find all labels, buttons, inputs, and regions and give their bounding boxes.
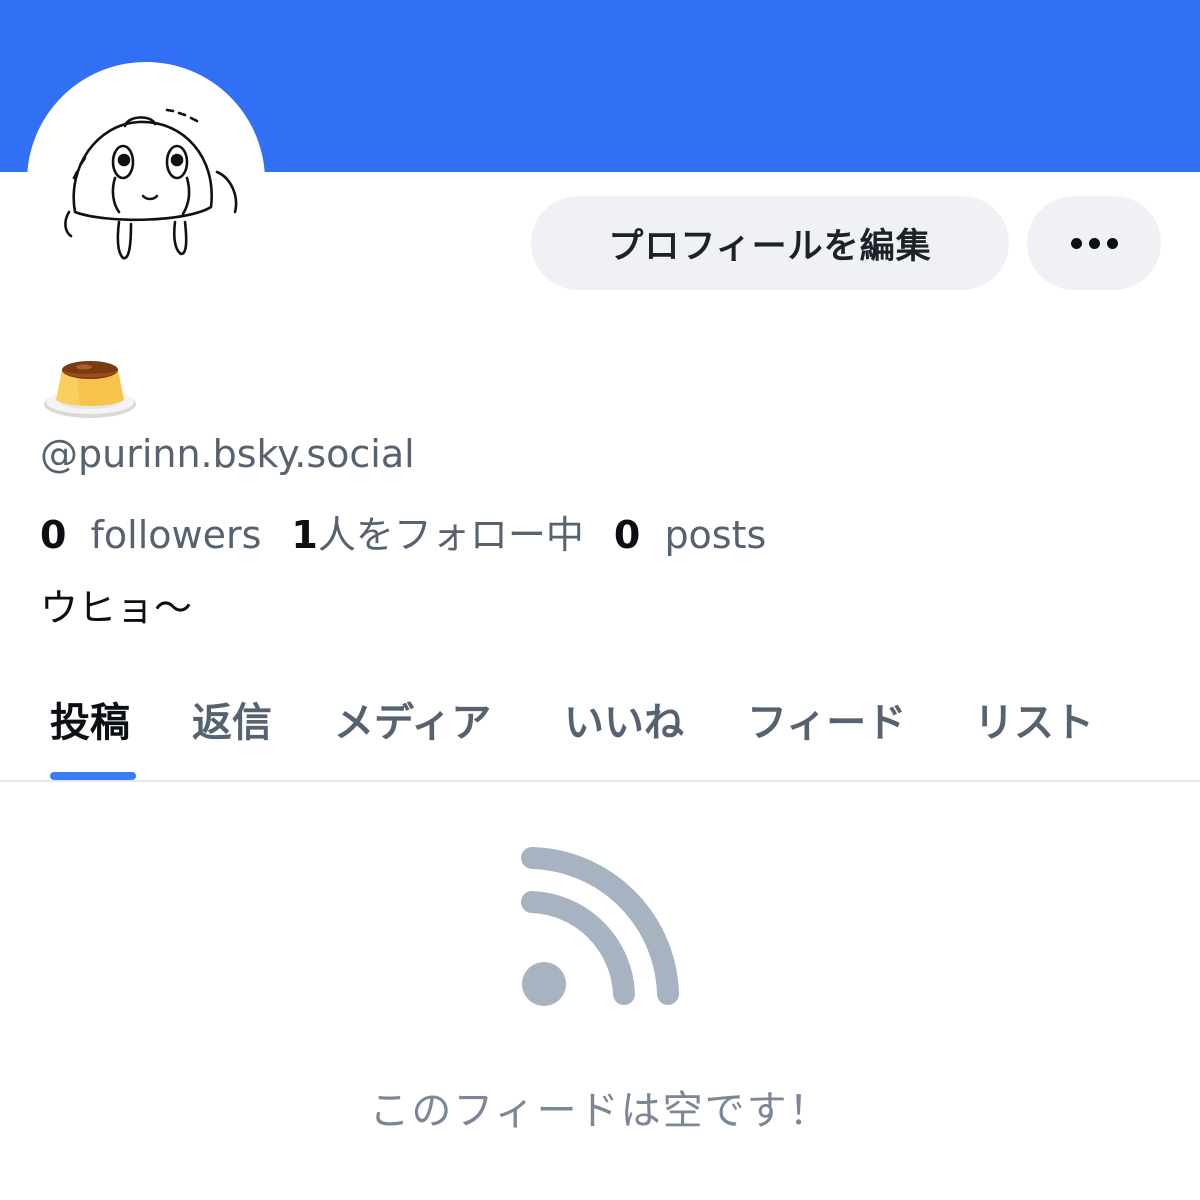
tabs-divider <box>0 780 1200 782</box>
following-label: 人をフォロー中 <box>317 513 584 557</box>
posts-count: 0 <box>613 513 641 557</box>
following-link[interactable]: 1人をフォロー中 <box>291 504 583 559</box>
ellipsis-icon <box>1070 237 1118 249</box>
rss-feed-icon <box>521 847 679 1006</box>
profile-stats: 0 followers 1人をフォロー中 0 posts <box>40 504 766 559</box>
more-options-button[interactable] <box>1027 196 1161 290</box>
pudding-emoji-icon <box>44 361 136 418</box>
followers-label: followers <box>90 513 262 557</box>
tab-feeds[interactable]: フィード <box>747 690 906 748</box>
followers-count: 0 <box>40 513 67 557</box>
edit-profile-button[interactable]: プロフィールを編集 <box>531 196 1009 290</box>
posts-stat: 0 posts <box>614 513 766 557</box>
following-count: 1 <box>291 513 318 557</box>
display-name <box>40 348 140 424</box>
profile-handle[interactable]: @purinn.bsky.social <box>40 432 415 476</box>
profile-tabs: 投稿 返信 メディア いいね フィード リスト <box>0 660 1200 780</box>
jellyfish-drawing-avatar-icon <box>64 108 238 260</box>
profile-bio: ウヒョ〜 <box>40 586 193 630</box>
empty-feed-message: このフィードは空です！ <box>369 1088 831 1134</box>
followers-link[interactable]: 0 followers <box>40 513 261 557</box>
tab-posts[interactable]: 投稿 <box>50 690 130 748</box>
tab-lists[interactable]: リスト <box>974 690 1094 748</box>
tab-replies[interactable]: 返信 <box>192 690 272 748</box>
tab-likes[interactable]: いいね <box>564 690 684 748</box>
profile-avatar[interactable] <box>27 62 265 300</box>
edit-profile-label: プロフィールを編集 <box>608 226 932 267</box>
active-tab-indicator <box>50 772 136 780</box>
tab-media[interactable]: メディア <box>334 690 491 748</box>
posts-label: posts <box>664 513 767 557</box>
